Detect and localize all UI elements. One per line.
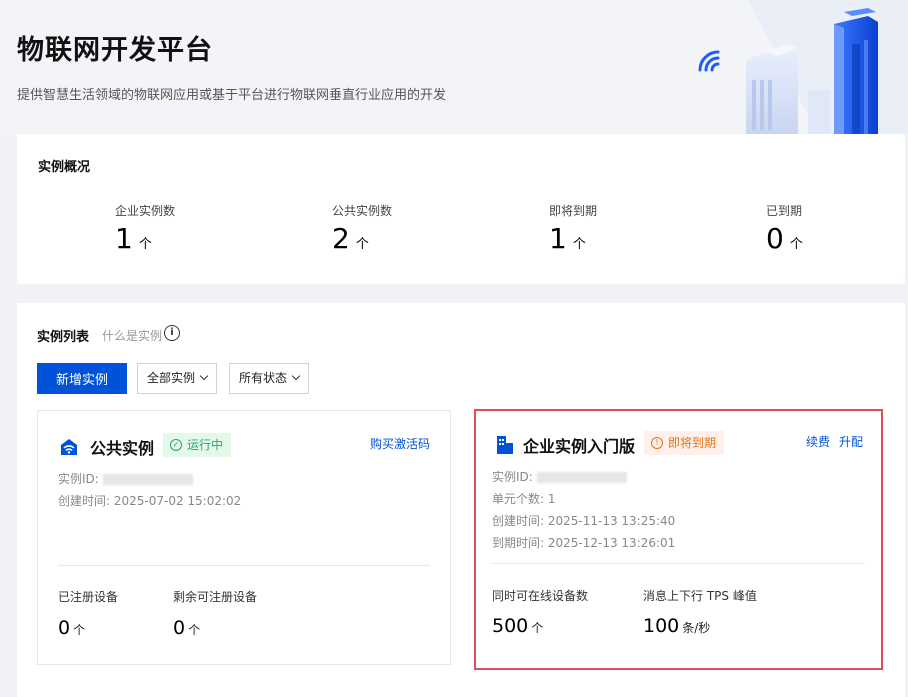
chevron-down-icon [199,371,209,381]
instance-id-row: 实例ID: [58,470,193,487]
remaining-devices-number: 0 [173,617,186,639]
stat-value: 1 [115,222,133,255]
wifi-home-icon [61,439,77,455]
status-badge-expiring: ! 即将到期 [644,431,725,455]
online-devices-value: 500 个 [492,615,543,637]
stat-value: 2 [332,222,350,255]
stat-label: 公共实例数 [332,204,393,218]
status-badge-label: 即将到期 [668,436,717,450]
enterprise-instance-name: 企业实例入门版 [523,437,636,456]
stat-unit: 个 [572,237,586,252]
tps-peak-value: 100 条/秒 [643,615,710,637]
what-is-instance-link[interactable]: 什么是实例 [102,327,162,344]
stat-public-instances: 公共实例数 2个 [332,202,492,261]
hero-illustration [668,0,908,134]
overview-card: 实例概况 企业实例数 1个 公共实例数 2个 即将到期 1个 已到期 0个 [17,134,905,284]
status-badge-label: 运行中 [187,438,224,452]
unit: 个 [73,623,86,637]
status-badge-running: ✓ 运行中 [163,433,232,457]
stat-enterprise-instances: 企业实例数 1个 [115,202,275,261]
info-icon[interactable]: i [164,325,180,341]
registered-devices-label: 已注册设备 [58,590,119,604]
created-time: 创建时间: 2025-11-13 13:25:40 [492,514,676,528]
instance-id-redacted [536,472,627,483]
unit: 个 [188,623,201,637]
tps-peak-number: 100 [643,615,680,637]
stat-label: 企业实例数 [115,204,176,218]
stat-expiring-soon: 即将到期 1个 [549,202,709,261]
divider [492,563,865,564]
warning-circle-icon: ! [651,437,663,449]
renew-link[interactable]: 续费 [806,433,830,450]
upgrade-link[interactable]: 升配 [839,433,863,450]
stat-unit: 个 [789,237,803,252]
stat-value: 1 [549,222,567,255]
page-subtitle: 提供智慧生活领域的物联网应用或基于平台进行物联网垂直行业应用的开发 [17,88,447,103]
public-instance-name: 公共实例 [90,439,155,458]
remaining-devices-label: 剩余可注册设备 [173,590,258,604]
instance-status-select-value: 所有状态 [239,371,288,385]
add-instance-button[interactable]: 新增实例 [37,363,127,394]
page-header: 物联网开发平台 提供智慧生活领域的物联网应用或基于平台进行物联网垂直行业应用的开… [0,0,908,134]
instance-id-label: 实例ID: [58,472,99,486]
instance-id-row: 实例ID: [492,468,627,485]
buy-activation-code-link[interactable]: 购买激活码 [370,435,430,452]
expire-time: 到期时间: 2025-12-13 13:26:01 [492,536,676,550]
unit-count: 单元个数: 1 [492,492,556,506]
check-circle-icon: ✓ [170,439,182,451]
page-title: 物联网开发平台 [17,35,213,66]
stat-value: 0 [766,222,784,255]
remaining-devices-value: 0个 [173,617,200,639]
online-devices-number: 500 [492,615,529,637]
public-instance-card[interactable]: 公共实例 ✓ 运行中 购买激活码 实例ID: 创建时间: 2025-07-02 … [37,410,451,665]
instance-list-card: 实例列表 什么是实例 i 新增实例 全部实例 所有状态 公共实例 ✓ 运行中 购… [17,303,905,697]
instance-id-label: 实例ID: [492,470,533,484]
instance-type-select[interactable]: 全部实例 [137,363,218,394]
stat-label: 已到期 [766,204,803,218]
tps-peak-label: 消息上下行 TPS 峰值 [643,589,757,603]
registered-devices-value: 0个 [58,617,85,639]
building-icon [497,436,513,454]
stat-label: 即将到期 [549,204,598,218]
registered-devices-number: 0 [58,617,71,639]
instance-status-select[interactable]: 所有状态 [229,363,310,394]
unit: 个 [531,621,544,635]
stat-unit: 个 [355,237,369,252]
overview-title: 实例概况 [38,160,91,175]
created-time: 创建时间: 2025-07-02 15:02:02 [58,494,242,508]
instance-type-select-value: 全部实例 [147,371,196,385]
enterprise-instance-card[interactable]: 企业实例入门版 ! 即将到期 续费 升配 实例ID: 单元个数: 1 创建时间:… [474,409,883,670]
divider [58,565,430,566]
instance-list-title: 实例列表 [37,330,90,345]
online-devices-label: 同时可在线设备数 [492,589,589,603]
stat-unit: 个 [138,237,152,252]
instance-id-redacted [102,474,193,485]
unit: 条/秒 [682,621,711,635]
stat-expired: 已到期 0个 [766,202,908,261]
chevron-down-icon [291,371,301,381]
